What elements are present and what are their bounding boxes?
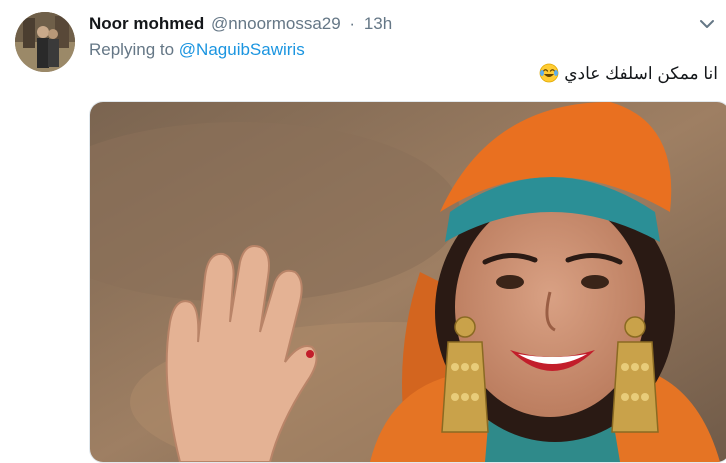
meta-separator: · — [349, 14, 356, 33]
face-with-tears-of-joy-icon — [539, 63, 559, 83]
tweet-body: انا ممكن اسلفك عادي — [564, 64, 718, 83]
chevron-down-icon[interactable] — [698, 15, 716, 33]
replying-to: Replying to @NaguibSawiris — [89, 39, 305, 61]
avatar[interactable] — [15, 12, 75, 72]
tweet-text: انا ممكن اسلفك عادي — [539, 62, 718, 86]
author-name[interactable]: Noor mohmed — [89, 14, 204, 33]
tweet-header: Noor mohmed @nnoormossa29 · 13h — [89, 13, 716, 35]
tweet-media-image[interactable] — [89, 101, 726, 463]
reply-prefix: Replying to — [89, 40, 175, 59]
tweet-time[interactable]: 13h — [364, 14, 392, 33]
reply-to-link[interactable]: @NaguibSawiris — [179, 40, 305, 59]
author-handle[interactable]: @nnoormossa29 — [211, 14, 341, 33]
avatar-image — [15, 12, 75, 72]
